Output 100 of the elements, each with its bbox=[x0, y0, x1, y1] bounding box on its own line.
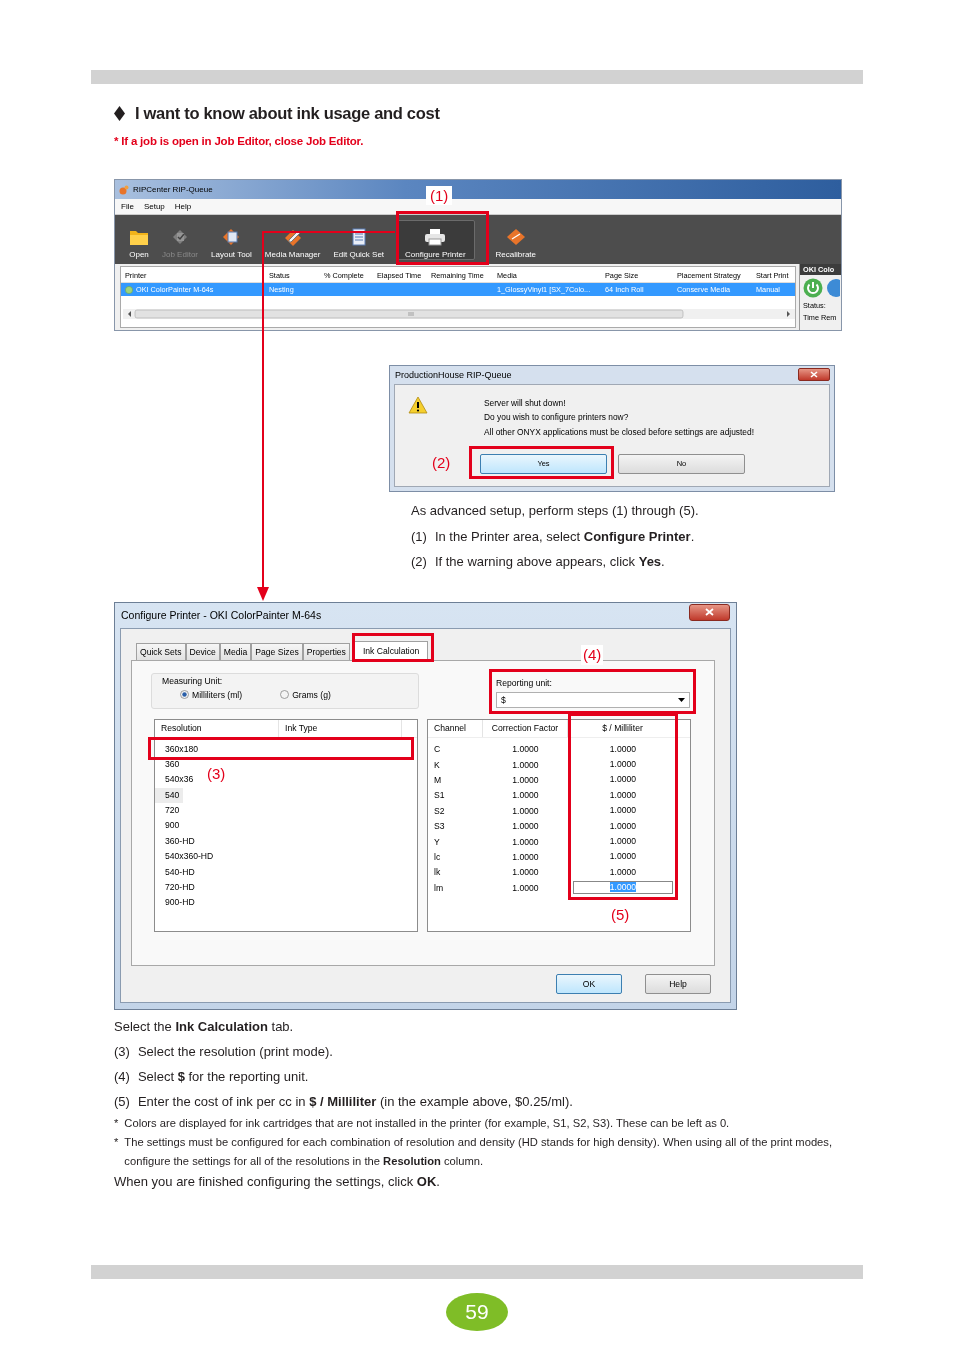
list-item[interactable]: 720-HD bbox=[155, 880, 199, 896]
window-title: RIPCenter RIP-Queue bbox=[133, 185, 213, 194]
tab[interactable]: Device bbox=[185, 642, 220, 660]
tab[interactable]: Page Sizes bbox=[251, 642, 303, 660]
table-cell-text: S1 bbox=[433, 790, 446, 801]
table-cell-text: 1.0000 bbox=[608, 788, 638, 802]
list-item[interactable]: 540 bbox=[155, 787, 184, 804]
dialog-button[interactable]: OK bbox=[556, 973, 622, 994]
footnote-text: Colors are displayed for ink cartridges that are not installed in the printer (for example, S1, S2, S3). These can be left as 0. bbox=[124, 1116, 730, 1132]
dropdown[interactable]: $ bbox=[496, 691, 690, 708]
layout-icon bbox=[221, 227, 242, 246]
caret-icon bbox=[678, 697, 685, 702]
callout-number: (1) bbox=[426, 186, 453, 205]
table-cell-text: 1.0000 bbox=[511, 744, 540, 755]
toolbar-button[interactable]: Recalibrate bbox=[489, 219, 543, 260]
instruction-text: Select the Ink Calculation tab. bbox=[114, 1017, 295, 1036]
list-item[interactable]: 360x180 bbox=[155, 741, 202, 757]
step-number: (5) bbox=[114, 1093, 130, 1112]
warning-icon bbox=[408, 396, 428, 414]
field-label: Reporting unit: bbox=[496, 677, 553, 688]
table-cell-text: 1.0000 bbox=[511, 821, 540, 832]
toolbar-button[interactable]: Media Manager bbox=[258, 219, 327, 260]
radio-label: Grams (g) bbox=[292, 689, 331, 700]
table-cell-text: lk bbox=[433, 867, 442, 878]
window-title: Configure Printer - OKI ColorPainter M-64s bbox=[121, 609, 322, 621]
dialog-button[interactable]: Help bbox=[645, 973, 711, 994]
toolbar-button[interactable]: Layout Tool bbox=[205, 219, 258, 260]
tab[interactable]: Properties bbox=[302, 642, 350, 660]
list-item[interactable]: 720 bbox=[155, 803, 184, 819]
page-number: 59 bbox=[446, 1293, 508, 1331]
table-cell-text: 1.0000 bbox=[511, 774, 540, 785]
table-cell-text: 1.0000 bbox=[608, 850, 638, 864]
menu-item[interactable]: Help bbox=[174, 202, 192, 211]
close-button[interactable] bbox=[798, 368, 830, 381]
table-cell-text: K bbox=[433, 759, 441, 770]
list-item[interactable]: 360-HD bbox=[155, 833, 199, 850]
tab[interactable]: Ink Calculation bbox=[353, 640, 429, 661]
window-title: ProductionHouse RIP-Queue bbox=[395, 369, 512, 380]
horizontal-scrollbar[interactable] bbox=[123, 309, 795, 319]
table-cell-text: C bbox=[433, 744, 442, 755]
list-item[interactable]: 540-HD bbox=[155, 864, 199, 880]
table-cell-text: 1.0000 bbox=[511, 805, 540, 816]
app-icon bbox=[119, 184, 129, 195]
diamond-icon bbox=[505, 227, 526, 246]
table-cell-text: 1.0000 bbox=[608, 835, 638, 849]
table-cell-text: 1.0000 bbox=[608, 773, 638, 787]
list-item[interactable]: 540x360-HD bbox=[155, 849, 218, 865]
message-text: Do you wish to configure printers now? bbox=[484, 412, 630, 423]
section-heading: I want to know about ink usage and cost bbox=[135, 103, 440, 123]
tab[interactable]: Media bbox=[219, 642, 252, 660]
step-number: (1) bbox=[411, 527, 427, 546]
menu-item[interactable]: Setup bbox=[143, 202, 165, 211]
column-header: Correction Factor bbox=[483, 719, 568, 737]
table-cell-text: 1.0000 bbox=[511, 867, 540, 878]
column-header: Resolution bbox=[155, 719, 279, 737]
footnote-mark: * bbox=[114, 1116, 119, 1132]
radio-button[interactable] bbox=[180, 690, 189, 699]
close-icon bbox=[705, 608, 714, 616]
column-header: $ / Milliliter bbox=[568, 719, 678, 737]
table-cell-text: lc bbox=[433, 851, 442, 862]
table-cell-text: S3 bbox=[433, 821, 446, 832]
toolbar-button[interactable]: Configure Printer bbox=[396, 219, 475, 260]
footnote-text: The settings must be configured for each combination of resolution and density (HD stands for high density). When using all of the print modes, configure the settings for all of the resolutions in the Resolution column. bbox=[124, 1135, 834, 1170]
message-text: Server will shut down! bbox=[484, 398, 567, 408]
radio-label: Milliliters (ml) bbox=[192, 689, 243, 700]
step-text: Select the resolution (print mode). bbox=[137, 1042, 333, 1061]
callout-number: (4) bbox=[581, 644, 604, 665]
toolbar-button[interactable]: Open bbox=[123, 219, 155, 260]
step-number: (2) bbox=[411, 553, 427, 571]
step-text: In the Printer area, select Configure Printer. bbox=[434, 527, 695, 546]
column-header: Channel bbox=[428, 719, 483, 737]
message-text: All other ONYX applications must be closed before settings are adjusted! bbox=[484, 426, 754, 437]
folder-icon bbox=[129, 228, 149, 246]
step-text: If the warning above appears, click Yes. bbox=[434, 553, 665, 571]
instruction-text: As advanced setup, perform steps (1) through (5). bbox=[411, 502, 700, 520]
list-item[interactable]: 900 bbox=[155, 818, 184, 834]
table-cell-text: Y bbox=[433, 836, 441, 847]
close-icon bbox=[810, 371, 818, 378]
table-cell-text: 1.0000 bbox=[608, 865, 638, 879]
column-header: Ink Type bbox=[279, 719, 402, 737]
list-item[interactable]: 540x36 bbox=[155, 772, 198, 788]
table-cell-text: 1.0000 bbox=[511, 759, 540, 770]
tab[interactable]: Quick Sets bbox=[136, 642, 186, 660]
toolbar-button[interactable]: Edit Quick Set bbox=[327, 219, 391, 260]
close-button[interactable] bbox=[689, 603, 730, 621]
menu-item[interactable]: File bbox=[121, 202, 134, 211]
list-item[interactable]: 360 bbox=[155, 756, 184, 773]
table-cell-text: lm bbox=[433, 882, 445, 893]
footnote-mark: * bbox=[114, 1135, 119, 1151]
printer-icon bbox=[424, 227, 447, 246]
radio-button[interactable] bbox=[280, 690, 290, 699]
group-label: Measuring Unit: bbox=[162, 675, 224, 686]
power-icon[interactable] bbox=[803, 278, 823, 298]
list-item[interactable]: 900-HD bbox=[155, 895, 199, 911]
step-number: (3) bbox=[114, 1042, 130, 1061]
table-cell-text: 1.0000 bbox=[511, 882, 540, 893]
caution-note: * If a job is open in Job Editor, close Job Editor. bbox=[114, 134, 365, 149]
document-icon bbox=[171, 227, 189, 246]
table-cell-text: 1.0000 bbox=[608, 758, 638, 772]
table-cell-text: M bbox=[433, 774, 443, 785]
